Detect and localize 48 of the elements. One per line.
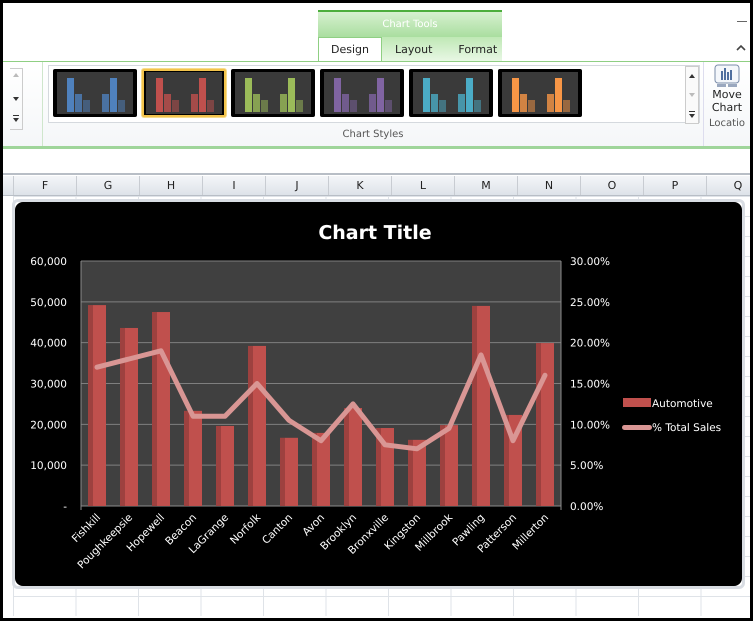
axis-label: 15.00% [570,378,610,390]
column-header[interactable]: N [517,176,580,195]
axis-label: 10,000 [30,460,67,472]
ribbon-tab[interactable]: Layout [382,37,446,61]
axis-label: 10.00% [570,419,610,432]
collapse-ribbon-icon[interactable] [736,44,746,51]
axis-label: 50,000 [30,296,67,309]
chart-style-thumbnail[interactable] [142,69,226,117]
minimize-icon[interactable] [737,21,747,23]
column-header[interactable]: K [328,176,391,195]
column-header[interactable]: L [391,176,454,195]
chart-style-thumbnail[interactable] [53,69,137,117]
column-header[interactable]: Q [706,176,750,195]
chart-style-thumbnail[interactable] [498,69,582,117]
column-header[interactable]: I [202,176,265,195]
legend-label: Automotive [652,398,713,410]
contextual-tab-title: Chart Tools [318,10,502,37]
group-label: Locatio [709,118,745,129]
ribbon-tab[interactable]: Design [318,37,382,61]
axis-label: 40,000 [30,338,67,350]
column-header[interactable]: M [454,176,517,195]
gallery-scroll-control[interactable] [685,66,699,124]
chart-style-thumbnail[interactable] [409,69,493,117]
axis-label: 25.00% [570,296,610,309]
axis-label: 20,000 [30,419,67,432]
chart-title: Chart Title [318,222,432,244]
legend-label: % Total Sales [652,422,722,434]
axis-label: 20.00% [570,338,610,350]
column-header[interactable]: J [265,176,328,195]
column-header[interactable]: F [13,176,76,195]
chart-style-thumbnail[interactable] [320,69,404,117]
group-label: Chart Styles [342,129,404,140]
gallery-scroll-control[interactable] [10,68,23,130]
chart-icon [714,64,740,88]
column-header[interactable]: H [139,176,202,195]
move-chart-button[interactable]: Move Chart [707,62,747,114]
axis-label: 30.00% [570,256,610,268]
axis-label: 30,000 [30,378,67,390]
column-header[interactable]: P [643,176,706,195]
axis-label: 0.00% [570,501,604,513]
column-header[interactable]: O [580,176,643,195]
axis-label: - [63,501,67,513]
chart-frame[interactable] [12,199,745,589]
column-header[interactable]: G [76,176,139,195]
chart-style-thumbnail[interactable] [231,69,315,117]
axis-label: 60,000 [30,256,67,268]
ribbon-tab[interactable]: Format [445,37,510,61]
axis-label: 5.00% [570,460,604,472]
